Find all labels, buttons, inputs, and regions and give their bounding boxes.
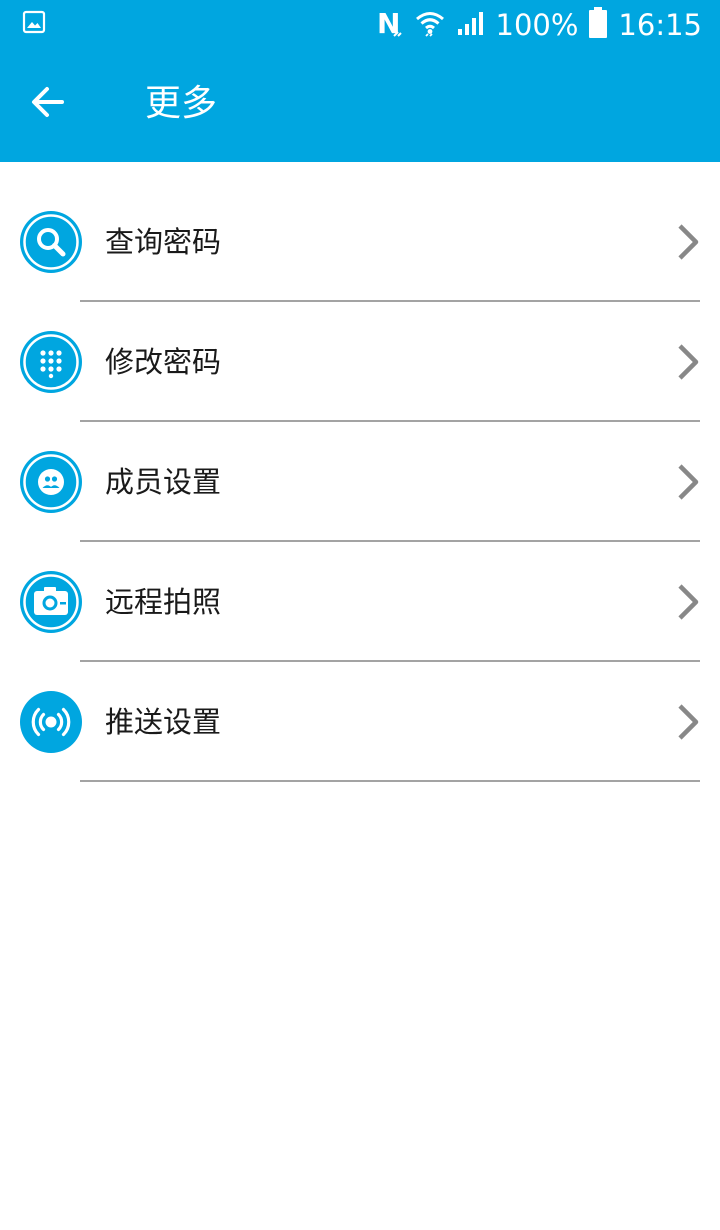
divider <box>80 780 700 782</box>
menu-item-label: 修改密码 <box>105 345 222 379</box>
battery-icon <box>588 7 608 43</box>
arrow-left-icon <box>32 87 64 117</box>
camera-icon <box>19 570 83 634</box>
nfc-icon: N <box>376 7 404 42</box>
menu-list: 查询密码 修改密码 成员设置 远程拍照 推送设置 <box>0 182 720 782</box>
menu-item-label: 推送设置 <box>105 705 222 739</box>
menu-item-push-settings[interactable]: 推送设置 <box>0 662 720 782</box>
chevron-right-icon <box>674 582 702 622</box>
clock: 16:15 <box>618 8 702 42</box>
status-icons: N 100% 16:15 <box>376 4 702 46</box>
menu-item-remote-photo[interactable]: 远程拍照 <box>0 542 720 662</box>
battery-percent: 100% <box>495 8 579 42</box>
chevron-right-icon <box>674 342 702 382</box>
menu-item-label: 成员设置 <box>105 465 222 499</box>
gallery-icon <box>22 10 46 34</box>
chevron-right-icon <box>674 462 702 502</box>
menu-item-query-password[interactable]: 查询密码 <box>0 182 720 302</box>
wifi-icon <box>414 8 446 42</box>
app-bar: 更多 <box>0 50 720 162</box>
page-title: 更多 <box>145 83 218 124</box>
keypad-icon <box>19 330 83 394</box>
chevron-right-icon <box>674 702 702 742</box>
menu-item-member-settings[interactable]: 成员设置 <box>0 422 720 542</box>
top-bar: N 100% 16:15 更多 <box>0 0 720 162</box>
menu-item-label: 查询密码 <box>105 225 222 259</box>
broadcast-icon <box>19 690 83 754</box>
chevron-right-icon <box>674 222 702 262</box>
search-icon <box>19 210 83 274</box>
signal-icon <box>456 9 486 41</box>
menu-item-label: 远程拍照 <box>105 585 222 619</box>
members-icon <box>19 450 83 514</box>
menu-item-change-password[interactable]: 修改密码 <box>0 302 720 422</box>
status-bar: N 100% 16:15 <box>0 0 720 50</box>
back-button[interactable] <box>26 80 70 124</box>
